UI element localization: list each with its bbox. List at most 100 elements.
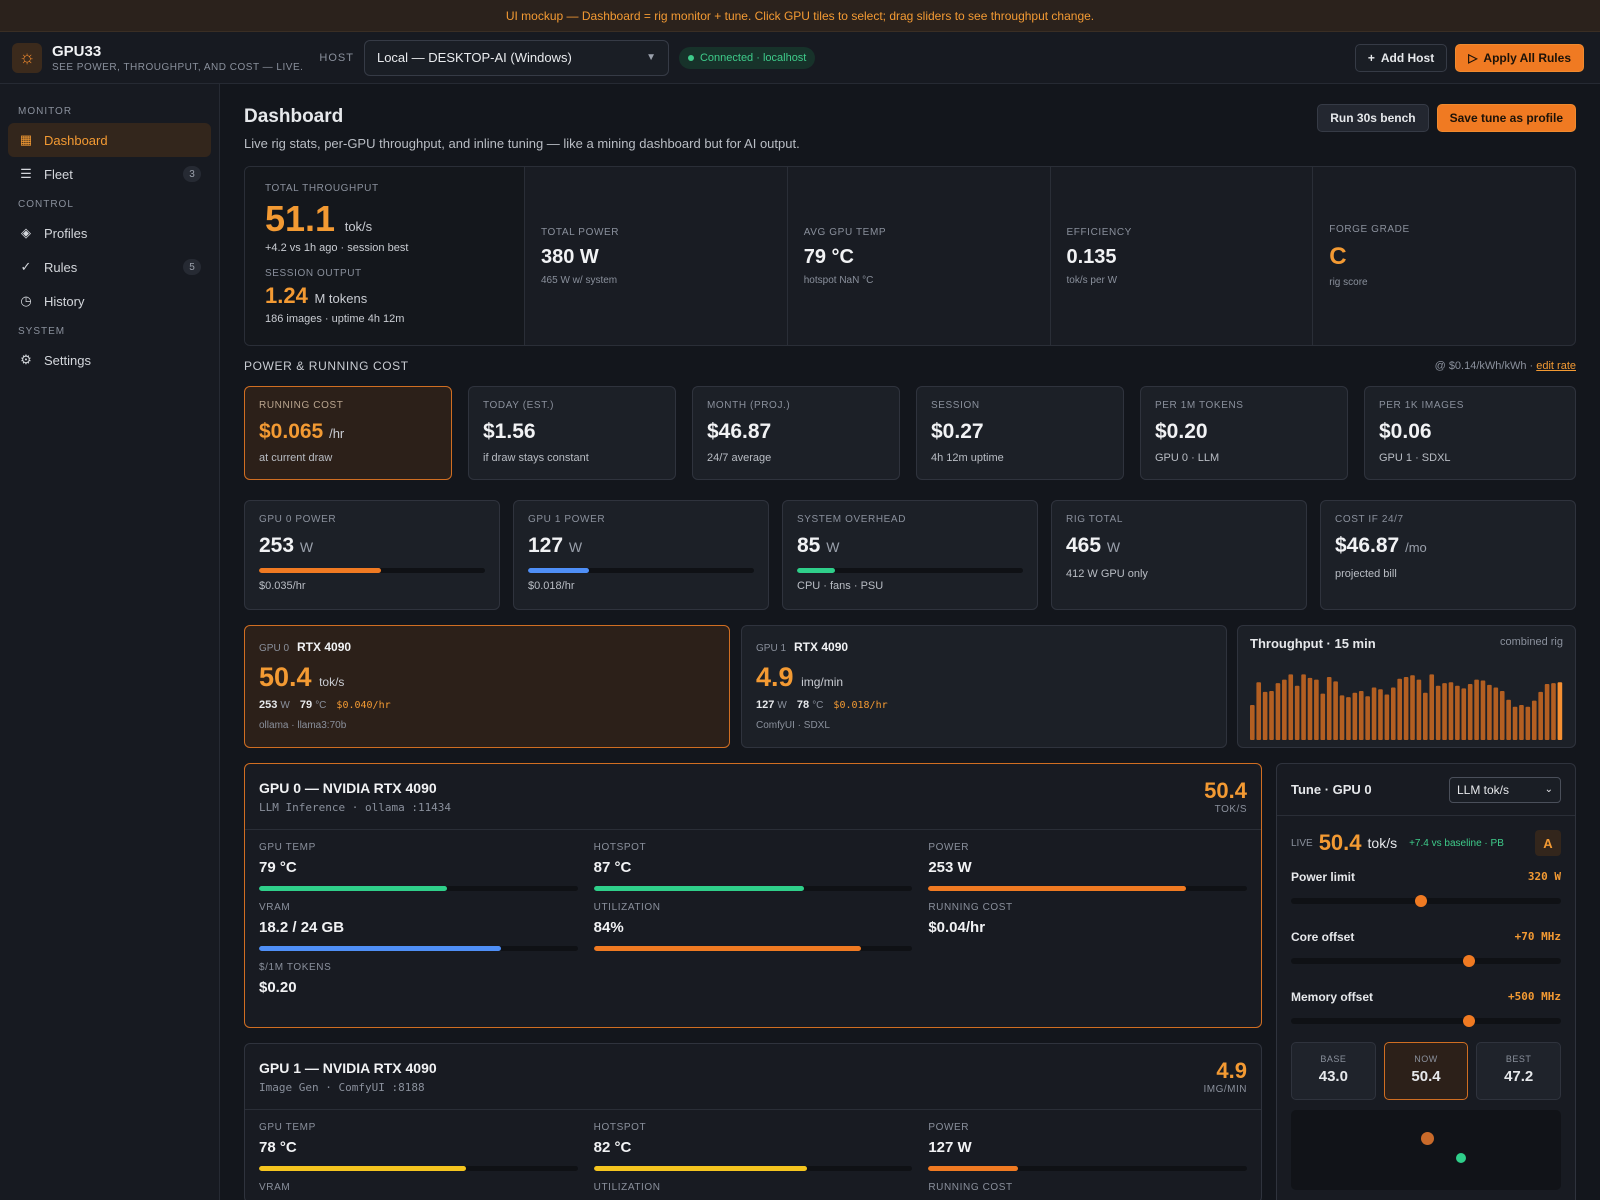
throughput-bar: [1314, 679, 1319, 740]
gpu-metric-value: 84%: [593, 919, 624, 936]
slider-track[interactable]: [1291, 895, 1561, 907]
gpu-tile-0[interactable]: GPU 0 RTX 4090 50.4 tok/s 253 W 79 °C $0.…: [244, 625, 730, 748]
sidebar-item-history[interactable]: ◷ History: [8, 284, 211, 318]
gpu-metric-bar: [259, 1166, 578, 1171]
gpu-metric: UTILIZATION: [594, 1182, 913, 1200]
slider-value: 320 W: [1527, 870, 1561, 883]
gpu-metric-value: 79 °C: [259, 859, 297, 876]
apply-all-rules-button[interactable]: ▷ Apply All Rules: [1455, 43, 1584, 72]
gpu-tile-temp: 79: [299, 699, 313, 711]
power-value: 253: [259, 534, 295, 557]
gpu-metric: RUNNING COST $0.04/hr: [928, 902, 1247, 962]
power-value: 465: [1066, 534, 1102, 557]
gpu-metric-value: 18.2 / 24 GB: [259, 919, 345, 936]
gpu-metric-bar-fill: [928, 1166, 1018, 1171]
tune-mode-select[interactable]: LLM tok/s ⌄: [1449, 776, 1561, 803]
kpi-strip: TOTAL THROUGHPUT 51.1 tok/s +4.2 vs 1h a…: [244, 166, 1576, 346]
throughput-title: Throughput · 15 min: [1250, 636, 1376, 651]
kpi-label: TOTAL POWER: [541, 226, 620, 238]
tune-stat-value: 43.0: [1318, 1068, 1348, 1085]
gpu-card-header: GPU 1 — NVIDIA RTX 4090 Image Gen · Comf…: [245, 1044, 1261, 1110]
host-label: HOST: [319, 51, 354, 64]
gpu-metric: HOTSPOT 87 °C: [593, 842, 913, 902]
sidebar-item-settings[interactable]: ⚙ Settings: [8, 343, 211, 377]
throughput-bar: [1480, 680, 1486, 740]
power-label: RIG TOTAL: [1066, 514, 1124, 525]
cost-note: GPU 0 · LLM: [1155, 452, 1220, 464]
kpi-throughput-unit: tok/s: [344, 219, 373, 234]
gpu-metric: VRAM 18.2 / 24 GB: [259, 902, 578, 962]
cost-card-today: TODAY (EST.) $1.56 if draw stays constan…: [468, 386, 676, 480]
power-card-cost-24-7: COST IF 24/7 $46.87 /mo projected bill: [1320, 500, 1576, 610]
save-tune-button[interactable]: Save tune as profile: [1436, 104, 1576, 132]
edit-rate-link[interactable]: edit rate: [1536, 360, 1576, 372]
gpu-metric-bar-fill: [928, 886, 1187, 891]
throughput-bar: [1326, 677, 1332, 740]
sidebar-item-profiles[interactable]: ◈ Profiles: [8, 216, 211, 250]
server-icon: ☰: [20, 166, 32, 181]
throughput-note: combined rig: [1500, 636, 1563, 648]
throughput-bar: [1410, 675, 1415, 740]
gpu-card-1[interactable]: GPU 1 — NVIDIA RTX 4090 Image Gen · Comf…: [244, 1043, 1262, 1200]
cost-value: $46.87: [707, 420, 772, 443]
section-title-power-cost: POWER & RUNNING COST: [244, 359, 409, 373]
gpu-metric-bar: [259, 886, 578, 891]
throughput-bar: [1352, 692, 1358, 740]
gpu-metric-bar: [593, 1166, 913, 1171]
tune-stat-now: NOW 50.4: [1383, 1042, 1469, 1100]
gpu-metric: POWER 253 W: [928, 842, 1247, 902]
power-unit: W: [299, 539, 314, 555]
sidebar-item-label: Rules: [44, 259, 78, 275]
sidebar-item-dashboard[interactable]: ▦ Dashboard: [8, 123, 211, 157]
sidebar-section-monitor: MONITOR: [18, 106, 73, 117]
slider-knob[interactable]: [1463, 955, 1476, 967]
cost-note: at current draw: [259, 452, 333, 464]
power-bar: [528, 568, 754, 573]
kpi-value: 0.135: [1066, 245, 1117, 268]
gpu-metric: GPU TEMP 79 °C: [259, 842, 578, 902]
gpu-metric: UTILIZATION 84%: [593, 902, 913, 962]
sidebar-item-fleet[interactable]: ☰ Fleet 3: [8, 157, 211, 191]
top-bar: ☼ GPU33 SEE POWER, THROUGHPUT, AND COST …: [0, 32, 1600, 84]
brand: GPU33 SEE POWER, THROUGHPUT, AND COST — …: [52, 43, 303, 73]
gpu-metric-bar-fill: [593, 1166, 808, 1171]
slider-track[interactable]: [1291, 1015, 1561, 1027]
power-unit: W: [826, 539, 840, 555]
throughput-bar: [1512, 706, 1518, 740]
cost-label: TODAY (EST.): [483, 400, 555, 411]
throughput-bar: [1371, 687, 1377, 740]
cost-card-month: MONTH (PROJ.) $46.87 24/7 average: [692, 386, 900, 480]
gpu-card-subtitle: Image Gen · ComfyUI :8188: [259, 1081, 425, 1094]
gpu-tile-unit: tok/s: [319, 675, 345, 689]
gpu-metric-bar: [259, 946, 578, 951]
gpu-card-0[interactable]: GPU 0 — NVIDIA RTX 4090 LLM Inference · …: [244, 763, 1262, 1028]
throughput-bar: [1346, 697, 1351, 740]
sidebar-item-rules[interactable]: ✓ Rules 5: [8, 250, 211, 284]
run-bench-button[interactable]: Run 30s bench: [1317, 104, 1429, 132]
status-dot-icon: [687, 54, 694, 61]
kpi-value: 79 °C: [803, 245, 854, 268]
power-limit-slider: Power limit 320 W: [1277, 870, 1575, 907]
slider-track[interactable]: [1291, 955, 1561, 967]
tune-panel: Tune · GPU 0 LLM tok/s ⌄ LIVE 50.4 tok/s…: [1276, 763, 1576, 1200]
kpi-value: 380 W: [541, 245, 599, 268]
gpu-metric-label: VRAM: [259, 902, 291, 913]
rate-info: @ $0.14/kWh/kWh · edit rate: [1435, 360, 1576, 372]
throughput-bar: [1474, 679, 1479, 740]
gpu-tile-index: GPU 0: [259, 643, 290, 654]
slider-knob[interactable]: [1463, 1015, 1476, 1027]
tune-stat-base: BASE 43.0: [1291, 1042, 1376, 1100]
cost-card-running: RUNNING COST $0.065 /hr at current draw: [244, 386, 452, 480]
host-select[interactable]: Local — DESKTOP-AI (Windows) ▼: [363, 39, 669, 76]
tune-live-value: 50.4: [1318, 830, 1362, 855]
cost-label: SESSION: [931, 400, 980, 411]
gpu-card-header: GPU 0 — NVIDIA RTX 4090 LLM Inference · …: [245, 764, 1261, 830]
add-host-button[interactable]: + Add Host: [1354, 43, 1448, 72]
kpi-session-note: 186 images · uptime 4h 12m: [265, 313, 405, 325]
gpu-tile-1[interactable]: GPU 1 RTX 4090 4.9 img/min 127 W 78 °C $0…: [741, 625, 1227, 748]
throughput-bar: [1262, 691, 1268, 740]
cost-label: PER 1K IMAGES: [1379, 400, 1465, 411]
gpu-tile-rate: 4.9: [756, 662, 794, 692]
cost-card-per-1k-images: PER 1K IMAGES $0.06 GPU 1 · SDXL: [1364, 386, 1576, 480]
slider-knob[interactable]: [1414, 895, 1427, 907]
